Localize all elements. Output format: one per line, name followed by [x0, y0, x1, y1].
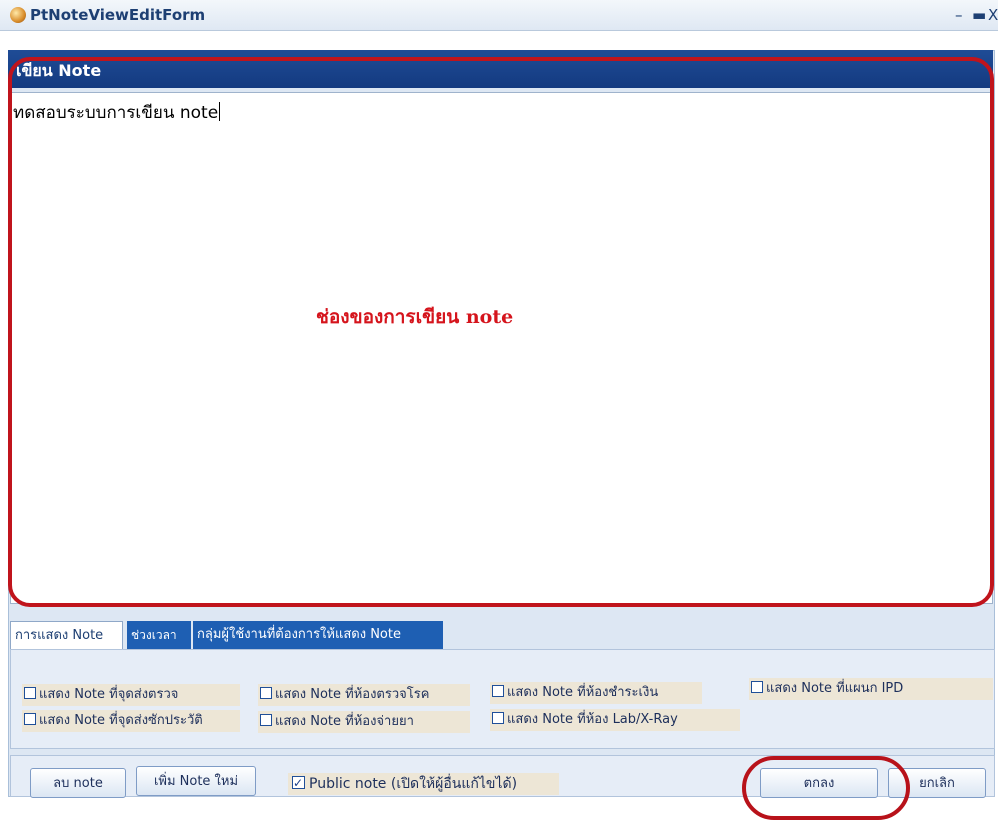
panel-header: เขียน Note: [8, 50, 993, 88]
checked-checkbox-icon: [292, 772, 305, 794]
option-checkbox[interactable]: แสดง Note ที่แผนก IPD: [749, 678, 993, 700]
public-note-label: Public note (เปิดให้ผู้อื่นแก้ไขได้): [309, 776, 518, 792]
option-label: แสดง Note ที่จุดส่งซักประวัติ: [39, 713, 203, 728]
delete-note-button[interactable]: ลบ note: [30, 768, 126, 798]
annotation-label: ช่องของการเขียน note: [316, 306, 514, 328]
app-icon: [10, 7, 26, 23]
option-label: แสดง Note ที่ห้องตรวจโรค: [275, 687, 430, 702]
checkbox-icon: [751, 681, 763, 693]
tab-display-note[interactable]: การแสดง Note: [10, 621, 123, 649]
checkbox-icon: [24, 687, 36, 699]
option-checkbox[interactable]: แสดง Note ที่ห้องตรวจโรค: [258, 684, 470, 706]
note-editor[interactable]: ทดสอบระบบการเขียน note: [10, 92, 993, 604]
cancel-button[interactable]: ยกเลิก: [888, 768, 986, 798]
ok-button[interactable]: ตกลง: [760, 768, 878, 798]
option-checkbox[interactable]: แสดง Note ที่ห้องจ่ายยา: [258, 711, 470, 733]
public-note-checkbox[interactable]: Public note (เปิดให้ผู้อื่นแก้ไขได้): [288, 772, 559, 795]
checkbox-icon: [260, 687, 272, 699]
option-label: แสดง Note ที่ห้อง Lab/X-Ray: [507, 712, 678, 727]
checkbox-icon: [260, 714, 272, 726]
option-checkbox[interactable]: แสดง Note ที่จุดส่งซักประวัติ: [22, 710, 240, 732]
add-note-button[interactable]: เพิ่ม Note ใหม่: [136, 766, 256, 796]
tab-user-groups[interactable]: กลุ่มผู้ใช้งานที่ต้องการให้แสดง Note: [193, 621, 443, 649]
checkbox-icon: [492, 685, 504, 697]
text-caret: [219, 102, 221, 121]
option-label: แสดง Note ที่จุดส่งตรวจ: [39, 687, 179, 702]
checkbox-icon: [492, 712, 504, 724]
minimize-icon[interactable]: –: [955, 6, 963, 24]
close-icon[interactable]: X: [988, 6, 998, 24]
note-editor-text: ทดสอบระบบการเขียน note: [13, 103, 219, 123]
panel-header-title: เขียน Note: [16, 61, 102, 80]
checkbox-icon: [24, 713, 36, 725]
option-label: แสดง Note ที่แผนก IPD: [766, 681, 904, 696]
title-bar: PtNoteViewEditForm – ▬ X: [0, 0, 998, 31]
option-checkbox[interactable]: แสดง Note ที่จุดส่งตรวจ: [22, 684, 240, 706]
option-checkbox[interactable]: แสดง Note ที่ห้อง Lab/X-Ray: [490, 709, 740, 731]
option-label: แสดง Note ที่ห้องจ่ายยา: [275, 714, 414, 729]
tab-time-range[interactable]: ช่วงเวลา: [127, 621, 191, 649]
maximize-icon[interactable]: ▬: [972, 6, 986, 24]
option-label: แสดง Note ที่ห้องชำระเงิน: [507, 685, 659, 700]
window-title: PtNoteViewEditForm: [30, 6, 206, 24]
option-checkbox[interactable]: แสดง Note ที่ห้องชำระเงิน: [490, 682, 702, 704]
